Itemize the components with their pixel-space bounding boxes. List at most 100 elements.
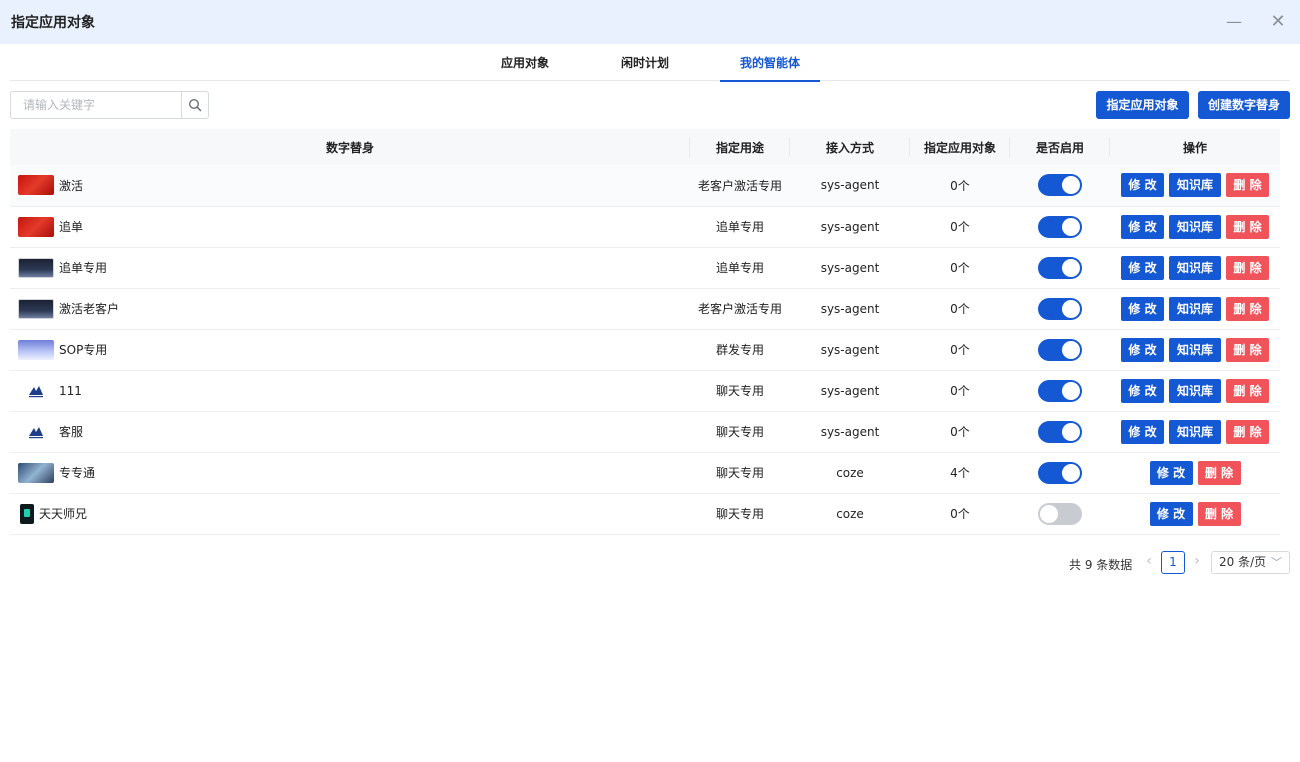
avatar-thumbnail	[18, 339, 54, 360]
assign-target-button[interactable]: 指定应用对象	[1096, 91, 1189, 119]
targets-cell: 0个	[950, 507, 970, 521]
toggle-knob	[1062, 176, 1080, 195]
enabled-toggle[interactable]	[1038, 461, 1082, 484]
create-avatar-button[interactable]: 创建数字替身	[1198, 91, 1290, 119]
chevron-down-icon: ﹀	[1271, 556, 1282, 569]
enabled-cell	[1010, 411, 1110, 452]
avatar-cell: 专专通	[10, 452, 690, 493]
targets-cell: 0个	[950, 261, 970, 275]
knowledge-base-button[interactable]: 知识库	[1169, 296, 1221, 321]
knowledge-base-button[interactable]: 知识库	[1169, 255, 1221, 280]
close-icon[interactable]: ✕	[1268, 12, 1288, 32]
access-cell: sys-agent	[820, 342, 880, 357]
table-header-row: 数字替身 指定用途 接入方式 指定应用对象 是否启用 操作	[10, 129, 1280, 165]
access-cell: sys-agent	[820, 301, 880, 316]
enabled-toggle[interactable]	[1038, 256, 1082, 279]
knowledge-base-button[interactable]: 知识库	[1169, 337, 1221, 362]
enabled-toggle[interactable]	[1038, 379, 1082, 402]
avatar-name: 追单专用	[59, 261, 108, 275]
avatar-name: 激活	[59, 178, 84, 193]
col-header-access: 接入方式	[790, 129, 910, 165]
search-input[interactable]	[11, 92, 181, 118]
tab-bar: 应用对象 闲时计划 我的智能体	[10, 44, 1290, 82]
avatar-cell: 激活	[10, 165, 690, 206]
delete-button[interactable]: 删 除	[1226, 296, 1269, 321]
delete-button[interactable]: 删 除	[1226, 173, 1269, 198]
table-row: 追单 追单专用 sys-agent 0个 修 改知识库删 除	[10, 206, 1280, 247]
toggle-knob	[1062, 463, 1080, 482]
enabled-toggle[interactable]	[1038, 174, 1082, 197]
access-cell: sys-agent	[820, 178, 880, 193]
actions-cell: 修 改知识库删 除	[1110, 411, 1280, 452]
toggle-knob	[1062, 217, 1080, 236]
edit-button[interactable]: 修 改	[1121, 378, 1164, 403]
targets-cell: 0个	[950, 302, 970, 316]
table-row: 专专通 聊天专用 coze 4个 修 改删 除	[10, 452, 1280, 493]
prev-page-icon[interactable]: ‹	[1142, 553, 1156, 571]
table-row: 天天师兄 聊天专用 coze 0个 修 改删 除	[10, 493, 1280, 534]
targets-cell: 0个	[950, 425, 970, 439]
edit-button[interactable]: 修 改	[1121, 255, 1164, 280]
avatar-thumbnail	[18, 462, 54, 483]
knowledge-base-button[interactable]: 知识库	[1169, 378, 1221, 403]
enabled-toggle[interactable]	[1038, 338, 1082, 361]
table-row: 客服 聊天专用 sys-agent 0个 修 改知识库删 除	[10, 411, 1280, 452]
tab-my-agents[interactable]: 我的智能体	[720, 44, 820, 82]
purpose-cell: 追单专用	[715, 261, 764, 275]
purpose-cell: 群发专用	[715, 343, 764, 357]
table-row: SOP专用 群发专用 sys-agent 0个 修 改知识库删 除	[10, 329, 1280, 370]
delete-button[interactable]: 删 除	[1226, 378, 1269, 403]
enabled-toggle[interactable]	[1038, 420, 1082, 443]
minimize-icon[interactable]: —	[1224, 12, 1244, 32]
tab-idle-plan[interactable]: 闲时计划	[600, 44, 690, 81]
access-cell: sys-agent	[820, 219, 880, 234]
col-header-actions: 操作	[1182, 140, 1207, 155]
table-row: 111 聊天专用 sys-agent 0个 修 改知识库删 除	[10, 370, 1280, 411]
edit-button[interactable]: 修 改	[1121, 173, 1164, 198]
targets-cell: 0个	[950, 384, 970, 398]
avatar-thumbnail	[18, 175, 54, 196]
enabled-toggle[interactable]	[1038, 502, 1082, 525]
access-cell: coze	[836, 465, 864, 480]
avatar-name: SOP专用	[59, 343, 108, 357]
toggle-knob	[1040, 504, 1058, 523]
actions-cell: 修 改知识库删 除	[1110, 165, 1280, 206]
knowledge-base-button[interactable]: 知识库	[1169, 173, 1221, 198]
next-page-icon[interactable]: ›	[1190, 553, 1204, 571]
delete-button[interactable]: 删 除	[1197, 460, 1241, 485]
delete-button[interactable]: 删 除	[1226, 419, 1269, 444]
actions-cell: 修 改知识库删 除	[1110, 206, 1280, 247]
delete-button[interactable]: 删 除	[1226, 255, 1269, 280]
edit-button[interactable]: 修 改	[1149, 460, 1193, 485]
edit-button[interactable]: 修 改	[1149, 501, 1193, 526]
edit-button[interactable]: 修 改	[1121, 296, 1164, 321]
actions-cell: 修 改知识库删 除	[1110, 329, 1280, 370]
delete-button[interactable]: 删 除	[1226, 214, 1269, 239]
tab-app-targets[interactable]: 应用对象	[480, 44, 570, 81]
avatar-cell: 追单专用	[10, 247, 690, 288]
page-number-current[interactable]: 1	[1161, 551, 1185, 574]
knowledge-base-button[interactable]: 知识库	[1169, 419, 1221, 444]
actions-cell: 修 改删 除	[1110, 493, 1280, 534]
col-header-purpose: 指定用途	[690, 129, 790, 165]
delete-button[interactable]: 删 除	[1226, 337, 1269, 362]
purpose-cell: 聊天专用	[715, 466, 764, 480]
edit-button[interactable]: 修 改	[1121, 214, 1164, 239]
avatar-cell: 天天师兄	[10, 493, 690, 534]
search-icon	[188, 98, 202, 112]
enabled-toggle[interactable]	[1038, 297, 1082, 320]
avatar-name: 激活老客户	[59, 302, 120, 316]
avatar-cell: 客服	[10, 411, 690, 452]
enabled-toggle[interactable]	[1038, 215, 1082, 238]
edit-button[interactable]: 修 改	[1121, 337, 1164, 362]
delete-button[interactable]: 删 除	[1197, 501, 1241, 526]
purpose-cell: 老客户激活专用	[697, 302, 782, 316]
enabled-cell	[1010, 329, 1110, 370]
page-size-select[interactable]: 20 条/页 ﹀	[1211, 551, 1290, 574]
actions-cell: 修 改知识库删 除	[1110, 247, 1280, 288]
edit-button[interactable]: 修 改	[1121, 419, 1164, 444]
toggle-knob	[1062, 299, 1080, 318]
avatar-name: 专专通	[59, 466, 96, 480]
knowledge-base-button[interactable]: 知识库	[1169, 214, 1221, 239]
search-button[interactable]	[181, 92, 208, 118]
